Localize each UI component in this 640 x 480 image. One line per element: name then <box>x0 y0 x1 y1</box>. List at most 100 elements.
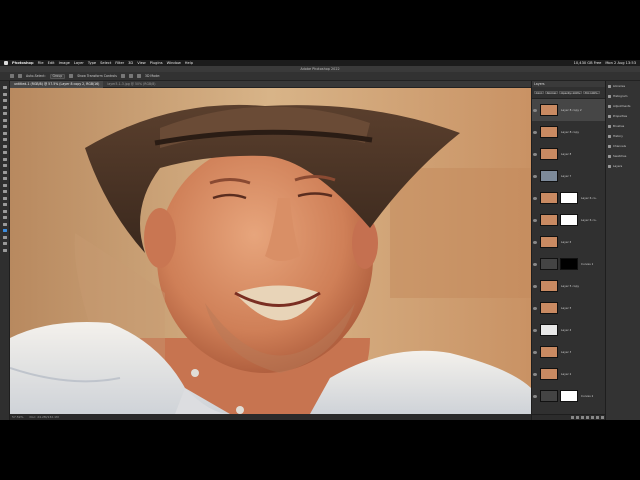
layer-row[interactable]: Layer 5 <box>532 297 606 319</box>
hand-tool-icon[interactable] <box>2 215 8 220</box>
visibility-eye-icon[interactable] <box>533 306 537 310</box>
trash-icon[interactable] <box>601 416 604 419</box>
menu-app-name[interactable]: Photoshop <box>12 61 34 65</box>
kind-filter[interactable]: Kind <box>534 91 544 95</box>
tab-second-document[interactable]: layer3-1-3.jpg @ 50% (RGB/8) <box>103 82 159 86</box>
layer-row[interactable]: Layer 6 co.. <box>532 209 606 231</box>
transform-controls-label[interactable]: Show Transform Controls <box>77 74 117 78</box>
eyedropper-tool-icon[interactable] <box>2 131 8 136</box>
visibility-eye-icon[interactable] <box>533 196 537 200</box>
layer-mask-thumbnail[interactable] <box>560 258 578 270</box>
history-brush-tool-icon[interactable] <box>2 157 8 162</box>
checkbox-icon[interactable] <box>69 74 74 78</box>
link-icon[interactable] <box>571 416 574 419</box>
dock-item-adjustments[interactable]: Adjustments <box>606 101 640 111</box>
quick-mask-tool-icon[interactable] <box>2 241 8 246</box>
eraser-tool-icon[interactable] <box>2 163 8 168</box>
align-right-icon[interactable] <box>136 74 141 78</box>
opacity-field[interactable]: Opacity: 100% <box>559 91 583 95</box>
document-canvas[interactable] <box>10 88 531 414</box>
tab-active-document[interactable]: untitled-1 (RGB/8) @ 57.5% (Layer 8 copy… <box>10 80 104 88</box>
layer-row[interactable]: Layer 8 <box>532 143 606 165</box>
move-tool-icon[interactable] <box>18 74 22 78</box>
type-tool-icon[interactable] <box>2 196 8 201</box>
menu-file[interactable]: File <box>38 61 44 65</box>
brush-tool-icon[interactable] <box>2 144 8 149</box>
marquee-tool-icon[interactable] <box>2 98 8 103</box>
visibility-eye-icon[interactable] <box>533 108 537 112</box>
dock-item-channels[interactable]: Channels <box>606 141 640 151</box>
visibility-eye-icon[interactable] <box>533 152 537 156</box>
zoom-tool-icon[interactable] <box>2 222 8 227</box>
layer-row[interactable]: Layer 8 copy 2 <box>532 99 606 121</box>
clone-stamp-tool-icon[interactable] <box>2 150 8 155</box>
frame-tool-icon[interactable] <box>2 124 8 129</box>
doc-info[interactable]: Doc: 24.2M/132.1M <box>29 415 58 419</box>
dock-item-brushes[interactable]: Brushes <box>606 121 640 131</box>
menu-layer[interactable]: Layer <box>74 61 84 65</box>
visibility-eye-icon[interactable] <box>533 394 537 398</box>
layer-row[interactable]: Layer 5 copy <box>532 275 606 297</box>
menu-view[interactable]: View <box>137 61 146 65</box>
zoom-level[interactable]: 57.59% <box>12 415 23 419</box>
auto-select-label[interactable]: Auto-Select: <box>26 74 46 78</box>
menu-window[interactable]: Window <box>167 61 181 65</box>
path-select-tool-icon[interactable] <box>2 202 8 207</box>
layer-mask-thumbnail[interactable] <box>560 214 578 226</box>
layer-row[interactable]: Curves 2 <box>532 385 606 407</box>
layer-row[interactable]: Layer 2 <box>532 363 606 385</box>
adjustment-icon[interactable] <box>586 416 589 419</box>
visibility-eye-icon[interactable] <box>533 262 537 266</box>
gradient-tool-icon[interactable] <box>2 170 8 175</box>
menu-help[interactable]: Help <box>185 61 193 65</box>
layer-row[interactable]: Layer 7 <box>532 165 606 187</box>
layer-row[interactable]: Curves 1 <box>532 253 606 275</box>
menu-3d[interactable]: 3D <box>128 61 133 65</box>
menu-plugins[interactable]: Plugins <box>150 61 163 65</box>
dock-item-swatches[interactable]: Swatches <box>606 151 640 161</box>
dock-item-histogram[interactable]: Histogram <box>606 91 640 101</box>
align-center-icon[interactable] <box>128 74 133 78</box>
blur-tool-icon[interactable] <box>2 176 8 181</box>
menu-type[interactable]: Type <box>88 61 96 65</box>
layer-row[interactable]: Layer 6 co.. <box>532 187 606 209</box>
artboard-tool-icon[interactable] <box>2 92 8 97</box>
layer-row[interactable]: Layer 8 copy <box>532 121 606 143</box>
auto-select-target[interactable]: Group <box>49 73 66 79</box>
quick-select-tool-icon[interactable] <box>2 111 8 116</box>
dock-item-layers[interactable]: Layers <box>606 161 640 171</box>
layer-row[interactable]: Layer 6 <box>532 231 606 253</box>
apple-icon[interactable] <box>4 61 8 65</box>
dock-item-properties[interactable]: Properties <box>606 111 640 121</box>
fx-icon[interactable] <box>576 416 579 419</box>
layer-mask-thumbnail[interactable] <box>560 192 578 204</box>
layers-panel-title[interactable]: Layers <box>534 82 545 86</box>
pen-tool-icon[interactable] <box>2 189 8 194</box>
layer-row[interactable]: Layer 4 <box>532 319 606 341</box>
visibility-eye-icon[interactable] <box>533 240 537 244</box>
layer-mask-thumbnail[interactable] <box>560 390 578 402</box>
dock-item-history[interactable]: History <box>606 131 640 141</box>
visibility-eye-icon[interactable] <box>533 350 537 354</box>
crop-tool-icon[interactable] <box>2 118 8 123</box>
lasso-tool-icon[interactable] <box>2 105 8 110</box>
dock-item-libraries[interactable]: Libraries <box>606 81 640 91</box>
shape-tool-icon[interactable] <box>2 209 8 214</box>
menu-image[interactable]: Image <box>59 61 70 65</box>
screen-mode-tool-icon[interactable] <box>2 248 8 253</box>
move-tool-icon[interactable] <box>2 85 8 90</box>
visibility-eye-icon[interactable] <box>533 130 537 134</box>
menu-filter[interactable]: Filter <box>115 61 124 65</box>
background-color-tool-icon[interactable] <box>2 235 8 240</box>
visibility-eye-icon[interactable] <box>533 218 537 222</box>
mask-icon[interactable] <box>581 416 584 419</box>
healing-tool-icon[interactable] <box>2 137 8 142</box>
foreground-color-tool-icon[interactable] <box>2 228 8 233</box>
visibility-eye-icon[interactable] <box>533 372 537 376</box>
visibility-eye-icon[interactable] <box>533 284 537 288</box>
layer-row[interactable]: Layer 3 <box>532 341 606 363</box>
align-left-icon[interactable] <box>120 74 125 78</box>
folder-icon[interactable] <box>591 416 594 419</box>
fill-field[interactable]: Fill: 100% <box>583 91 600 95</box>
menu-edit[interactable]: Edit <box>48 61 55 65</box>
